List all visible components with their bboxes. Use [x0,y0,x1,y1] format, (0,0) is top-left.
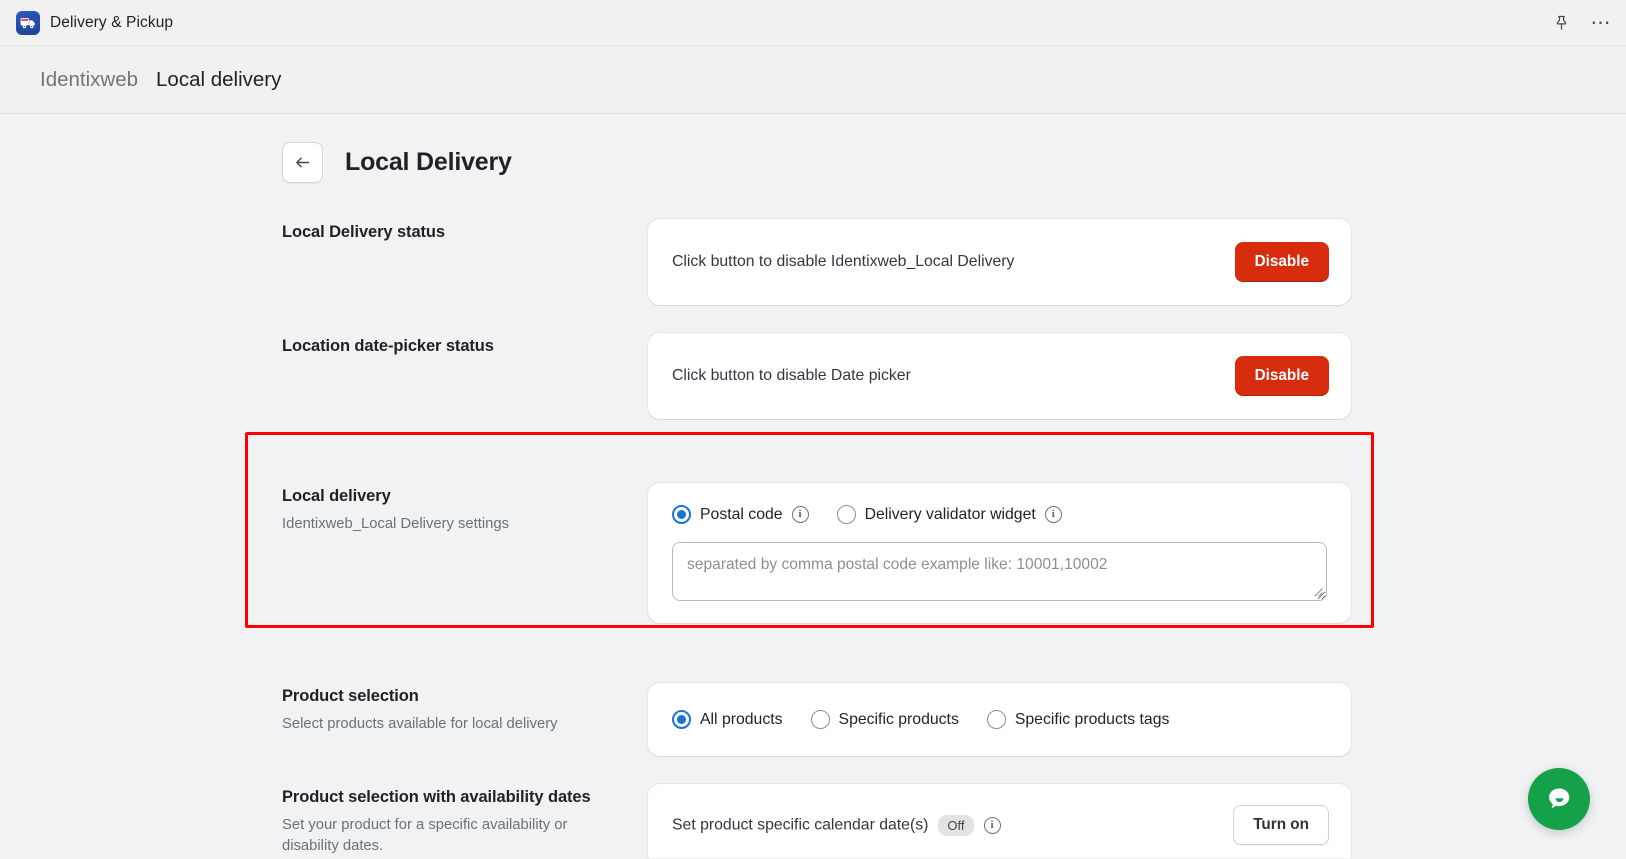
section-local-delivery-status: Local Delivery status Click button to di… [0,219,1626,305]
page-header: Local Delivery [282,142,1626,183]
section-title: Local delivery [282,487,391,505]
radio-indicator[interactable] [810,710,830,729]
breadcrumb-parent[interactable]: Identixweb [40,68,138,92]
app-bar: Delivery & Pickup ⋯ [0,0,1626,46]
breadcrumb: Identixweb Local delivery [0,46,1626,114]
disable-date-picker-button[interactable]: Disable [1234,356,1329,396]
more-options-icon[interactable]: ⋯ [1588,10,1614,36]
card-description-wrapper: Set product specific calendar date(s) Off… [672,814,1001,836]
availability-dates-card: Set product specific calendar date(s) Off… [648,784,1351,858]
product-selection-radio-group: All products Specific products Specific … [672,710,1327,729]
ellipsis-glyph: ⋯ [1590,11,1612,34]
card-description: Click button to disable Identixweb_Local… [672,253,1015,270]
section-availability-dates: Product selection with availability date… [0,784,1626,858]
turn-on-calendar-dates-button[interactable]: Turn on [1233,805,1329,845]
disable-local-delivery-button[interactable]: Disable [1234,242,1329,282]
info-icon[interactable]: i [791,506,809,523]
radio-indicator[interactable] [672,710,691,729]
app-bar-actions: ⋯ [1548,0,1614,45]
section-label-block: Product selection Select products availa… [282,683,648,756]
radio-label: All products [700,710,783,728]
info-icon[interactable]: i [1044,506,1062,523]
section-title: Local Delivery status [282,223,445,241]
section-subtitle: Identixweb_Local Delivery settings [282,516,510,533]
status-badge: Off [938,814,974,836]
section-body: All products Specific products Specific … [648,683,1351,756]
radio-label: Delivery validator widget [864,505,1036,523]
radio-option-delivery-validator-widget[interactable]: Delivery validator widget i [836,505,1062,524]
card-description: Set product specific calendar date(s) [672,816,929,834]
back-button[interactable] [282,142,323,183]
section-body: Click button to disable Identixweb_Local… [648,219,1351,305]
section-body: Postal code i Delivery validator widget … [648,483,1351,623]
section-label-block: Local delivery Identixweb_Local Delivery… [282,483,648,623]
radio-indicator[interactable] [836,505,856,524]
postal-code-textarea[interactable] [672,542,1327,601]
local-delivery-card: Postal code i Delivery validator widget … [648,483,1351,623]
date-picker-status-card: Click button to disable Date picker Disa… [648,333,1351,419]
radio-option-all-products[interactable]: All products [672,710,783,729]
card-description: Click button to disable Date picker [672,367,911,384]
radio-indicator[interactable] [986,710,1006,729]
radio-option-postal-code[interactable]: Postal code i [672,505,809,524]
section-label-block: Location date-picker status [282,333,648,419]
section-date-picker-status: Location date-picker status Click button… [0,333,1626,419]
chat-bubble-icon [1549,788,1570,809]
local-delivery-mode-radio-group: Postal code i Delivery validator widget … [672,505,1327,524]
product-selection-card: All products Specific products Specific … [648,683,1351,756]
page-content: Local Delivery Local Delivery status Cli… [0,114,1626,858]
section-title: Product selection [282,687,419,705]
section-subtitle: Set your product for a specific availabi… [282,817,568,854]
section-subtitle: Select products available for local deli… [282,716,558,733]
info-icon[interactable]: i [983,816,1001,834]
radio-label: Specific products [838,710,959,728]
breadcrumb-current: Local delivery [156,67,282,91]
section-product-selection: Product selection Select products availa… [0,683,1626,756]
section-label-block: Local Delivery status [282,219,648,305]
radio-label: Specific products tags [1014,710,1170,728]
section-title: Location date-picker status [282,337,494,355]
postal-code-input-wrapper [672,542,1327,601]
section-title: Product selection with availability date… [282,788,591,806]
page-title: Local Delivery [345,148,512,176]
delivery-truck-icon [16,10,40,35]
radio-option-specific-products-tags[interactable]: Specific products tags [986,710,1170,729]
section-body: Set product specific calendar date(s) Off… [648,784,1351,858]
radio-indicator[interactable] [672,505,691,524]
app-title: Delivery & Pickup [50,13,174,31]
section-body: Click button to disable Date picker Disa… [648,333,1351,419]
chat-widget-button[interactable] [1528,768,1590,830]
pin-icon[interactable] [1548,10,1574,36]
local-delivery-status-card: Click button to disable Identixweb_Local… [648,219,1351,305]
section-label-block: Product selection with availability date… [282,784,648,858]
radio-label: Postal code [700,505,783,523]
radio-option-specific-products[interactable]: Specific products [810,710,959,729]
section-local-delivery: Local delivery Identixweb_Local Delivery… [0,455,1626,649]
